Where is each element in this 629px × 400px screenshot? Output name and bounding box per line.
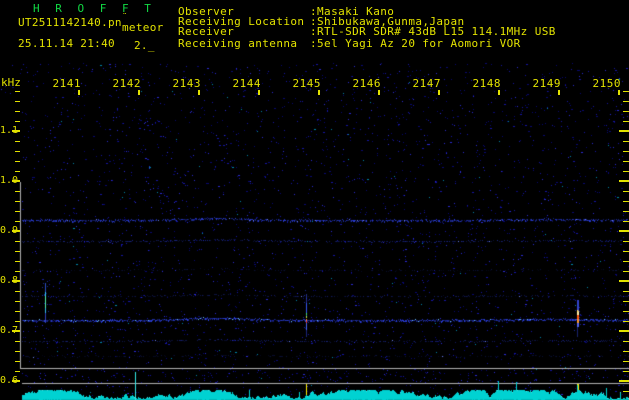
freq-tick-left: [15, 161, 20, 162]
time-tick: [78, 90, 80, 95]
freq-tick-right: [623, 251, 629, 252]
freq-tick-left: [15, 151, 20, 152]
time-tick-label: 2147: [412, 77, 441, 90]
app-title: H R O F F T: [33, 2, 156, 15]
time-tick-label: 2146: [352, 77, 381, 90]
freq-tick-left: [12, 230, 20, 232]
time-tick: [198, 90, 200, 95]
time-tick: [258, 90, 260, 95]
time-tick-label: 2150: [592, 77, 621, 90]
freq-tick-right: [623, 101, 629, 102]
freq-tick-left: [15, 321, 20, 322]
filename-overlay-text: meteor: [122, 21, 164, 34]
freq-tick-right: [623, 321, 629, 322]
freq-tick-left: [15, 291, 20, 292]
freq-tick-right: [623, 341, 629, 342]
datetime-text: 25.11.14 21:40: [18, 37, 115, 50]
freq-tick-left: [15, 361, 20, 362]
freq-tick-right: [623, 171, 629, 172]
freq-tick-right: [623, 301, 629, 302]
freq-tick-left: [12, 380, 20, 382]
info-label-receiver: Receiver: [178, 25, 235, 38]
time-tick: [498, 90, 500, 95]
time-tick: [438, 90, 440, 95]
freq-tick-left: [15, 91, 20, 92]
hrofft-screen: H R O F F T UT2511142140.pn ¨ meteor 25.…: [0, 0, 629, 400]
freq-tick-left: [15, 201, 20, 202]
freq-tick-right: [619, 330, 629, 332]
freq-tick-right: [623, 371, 629, 372]
freq-tick-right: [623, 391, 629, 392]
freq-tick-right: [623, 191, 629, 192]
freq-tick-left: [15, 111, 20, 112]
freq-axis-title: kHz: [1, 76, 21, 89]
time-tick-label: 2141: [52, 77, 81, 90]
freq-tick-left: [15, 191, 20, 192]
freq-tick-left: [15, 251, 20, 252]
freq-tick-right: [619, 180, 629, 182]
filename-text: UT2511142140.pn: [18, 16, 122, 29]
freq-tick-left: [15, 371, 20, 372]
freq-tick-left: [15, 211, 20, 212]
spectrogram-canvas: [0, 0, 629, 400]
freq-tick-right: [623, 311, 629, 312]
freq-tick-right: [619, 380, 629, 382]
freq-tick-left: [15, 171, 20, 172]
freq-tick-right: [623, 261, 629, 262]
freq-tick-right: [619, 280, 629, 282]
time-tick: [618, 90, 620, 95]
time-tick-label: 2142: [112, 77, 141, 90]
freq-tick-left: [15, 261, 20, 262]
info-value-receiver: :RTL-SDR SDR# 43dB L15 114.1MHz USB: [310, 25, 556, 38]
freq-tick-right: [623, 271, 629, 272]
freq-tick-left: [15, 301, 20, 302]
time-tick-label: 2144: [232, 77, 261, 90]
freq-tick-right: [623, 161, 629, 162]
freq-tick-right: [623, 141, 629, 142]
time-tick: [558, 90, 560, 95]
time-tick: [378, 90, 380, 95]
time-tick: [138, 90, 140, 95]
freq-tick-right: [623, 91, 629, 92]
freq-tick-left: [15, 101, 20, 102]
freq-tick-right: [623, 151, 629, 152]
time-tick-label: 2145: [292, 77, 321, 90]
freq-tick-right: [619, 230, 629, 232]
echo-counter: 2._: [134, 39, 155, 52]
freq-tick-right: [623, 361, 629, 362]
freq-tick-right: [623, 221, 629, 222]
freq-tick-left: [12, 180, 20, 182]
freq-tick-left: [12, 130, 20, 132]
freq-tick-left: [15, 241, 20, 242]
time-tick-label: 2143: [172, 77, 201, 90]
freq-tick-left: [15, 121, 20, 122]
freq-tick-right: [623, 351, 629, 352]
info-label-receiving-antenna: Receiving antenna: [178, 37, 298, 50]
time-tick-label: 2149: [532, 77, 561, 90]
freq-tick-left: [15, 311, 20, 312]
freq-tick-right: [623, 291, 629, 292]
freq-tick-left: [15, 221, 20, 222]
time-tick-label: 2148: [472, 77, 501, 90]
freq-tick-right: [623, 201, 629, 202]
freq-tick-right: [623, 211, 629, 212]
freq-tick-right: [623, 241, 629, 242]
freq-tick-left: [15, 351, 20, 352]
freq-tick-right: [623, 121, 629, 122]
time-tick: [318, 90, 320, 95]
info-value-receiving-antenna: :5el Yagi Az 20 for Aomori VOR: [310, 37, 521, 50]
freq-tick-left: [15, 141, 20, 142]
freq-tick-right: [623, 111, 629, 112]
freq-tick-left: [15, 271, 20, 272]
freq-tick-right: [619, 130, 629, 132]
freq-tick-left: [12, 330, 20, 332]
freq-tick-left: [12, 280, 20, 282]
freq-tick-left: [15, 341, 20, 342]
